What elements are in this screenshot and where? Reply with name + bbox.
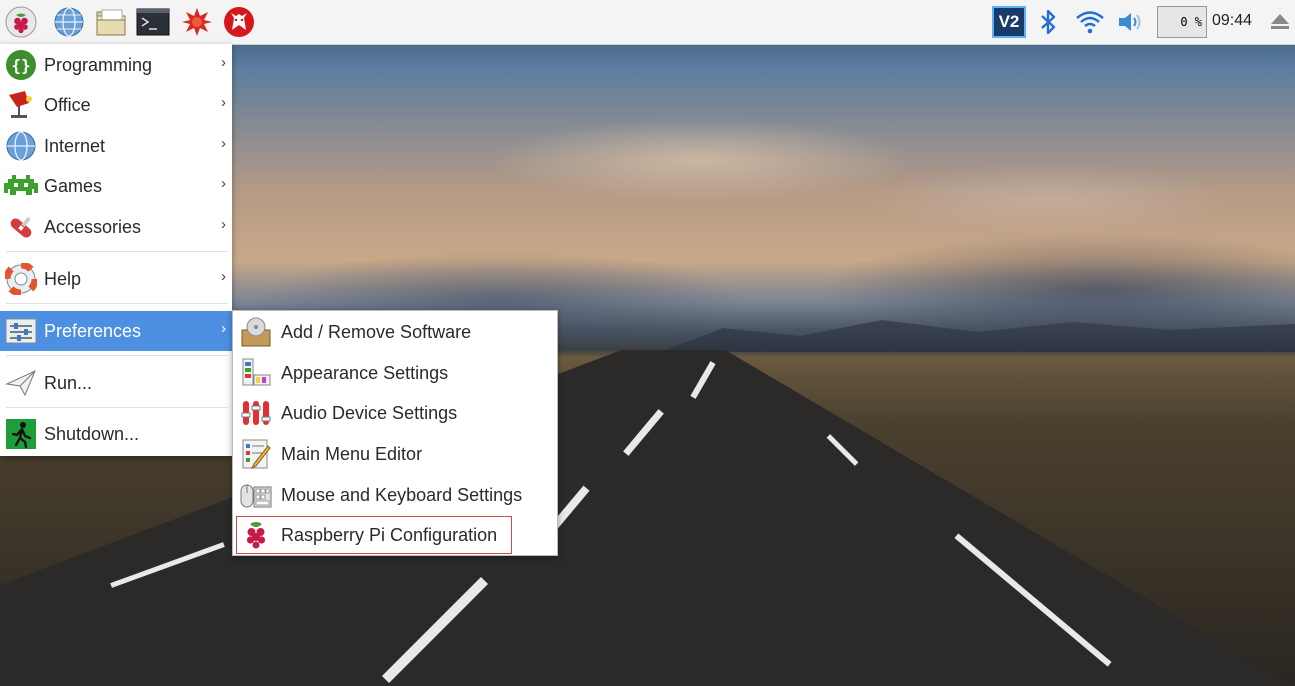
menu-item-label: Run... [44, 372, 93, 393]
main-menu: {} Programming › Office › Internet › Gam… [0, 44, 232, 456]
eject-icon[interactable] [1266, 5, 1294, 39]
help-lifebuoy-icon [4, 262, 38, 296]
menu-item-office[interactable]: Office › [0, 85, 232, 125]
wolfram-icon[interactable] [222, 5, 256, 39]
menu-item-label: Internet [44, 135, 106, 156]
menu-item-label: Preferences [44, 320, 142, 341]
file-manager-icon[interactable] [94, 5, 128, 39]
menu-item-label: Games [44, 175, 103, 196]
preferences-sliders-icon [4, 314, 38, 348]
menu-item-help[interactable]: Help › [0, 259, 232, 299]
submenu-item-main-menu-editor[interactable]: Main Menu Editor [235, 434, 555, 474]
menu-editor-icon [239, 437, 273, 471]
office-icon [4, 88, 38, 122]
mouse-keyboard-icon [239, 478, 273, 512]
submenu-item-mouse-keyboard-settings[interactable]: Mouse and Keyboard Settings [235, 475, 555, 515]
bluetooth-icon[interactable] [1034, 5, 1062, 39]
run-paper-plane-icon [4, 366, 38, 400]
audio-mixer-icon [239, 396, 273, 430]
appearance-settings-icon [239, 356, 273, 390]
menu-item-shutdown[interactable]: Shutdown... [0, 414, 232, 454]
submenu-item-label: Raspberry Pi Configuration [281, 524, 498, 545]
web-browser-icon[interactable] [52, 5, 86, 39]
menu-separator [6, 407, 228, 408]
taskbar: V2 0 % 09:44 [0, 0, 1295, 45]
submenu-item-label: Appearance Settings [281, 362, 449, 383]
submenu-item-label: Audio Device Settings [281, 402, 458, 423]
submenu-arrow-icon: › [221, 268, 226, 285]
menu-item-programming[interactable]: {} Programming › [0, 45, 232, 85]
submenu-arrow-icon: › [221, 320, 226, 337]
submenu-item-raspberry-pi-configuration[interactable]: Raspberry Pi Configuration [235, 515, 513, 555]
wifi-icon[interactable] [1073, 5, 1107, 39]
internet-globe-icon [4, 129, 38, 163]
terminal-icon[interactable] [136, 5, 170, 39]
submenu-arrow-icon: › [221, 216, 226, 233]
submenu-arrow-icon: › [221, 135, 226, 152]
submenu-arrow-icon: › [221, 94, 226, 111]
submenu-item-label: Main Menu Editor [281, 443, 423, 464]
submenu-item-appearance-settings[interactable]: Appearance Settings [235, 353, 555, 393]
shutdown-exit-icon [4, 417, 38, 451]
menu-item-label: Help [44, 268, 82, 289]
submenu-item-label: Mouse and Keyboard Settings [281, 484, 523, 505]
menu-item-internet[interactable]: Internet › [0, 126, 232, 166]
preferences-submenu: Add / Remove Software Appearance Setting… [232, 310, 558, 556]
raspberry-menu-icon[interactable] [4, 5, 38, 39]
volume-icon[interactable] [1114, 5, 1148, 39]
games-invader-icon [4, 169, 38, 203]
mathematica-icon[interactable] [180, 5, 214, 39]
menu-item-label: Accessories [44, 216, 142, 237]
menu-separator [6, 355, 228, 356]
clock[interactable]: 09:44 [1212, 12, 1252, 30]
menu-item-preferences[interactable]: Preferences › [0, 311, 232, 351]
submenu-arrow-icon: › [221, 54, 226, 71]
raspberry-pi-icon [239, 518, 273, 552]
vnc-label: V2 [992, 6, 1026, 38]
menu-item-label: Shutdown... [44, 423, 140, 444]
vnc-server-icon[interactable]: V2 [990, 5, 1028, 39]
accessories-knife-icon [4, 210, 38, 244]
menu-separator [6, 251, 228, 252]
submenu-item-add-remove-software[interactable]: Add / Remove Software [235, 312, 555, 352]
menu-item-games[interactable]: Games › [0, 166, 232, 206]
programming-icon: {} [4, 48, 38, 82]
menu-item-label: Office [44, 94, 91, 115]
submenu-item-label: Add / Remove Software [281, 321, 472, 342]
menu-item-label: Programming [44, 54, 153, 75]
add-remove-software-icon [239, 315, 273, 349]
svg-text:{}: {} [11, 56, 30, 75]
submenu-item-audio-device-settings[interactable]: Audio Device Settings [235, 393, 555, 433]
menu-separator [6, 303, 228, 304]
menu-item-accessories[interactable]: Accessories › [0, 207, 232, 247]
submenu-arrow-icon: › [221, 175, 226, 192]
cpu-usage-monitor[interactable]: 0 % [1157, 6, 1207, 38]
cpu-usage-value: 0 % [1180, 15, 1202, 29]
menu-item-run[interactable]: Run... [0, 363, 232, 403]
